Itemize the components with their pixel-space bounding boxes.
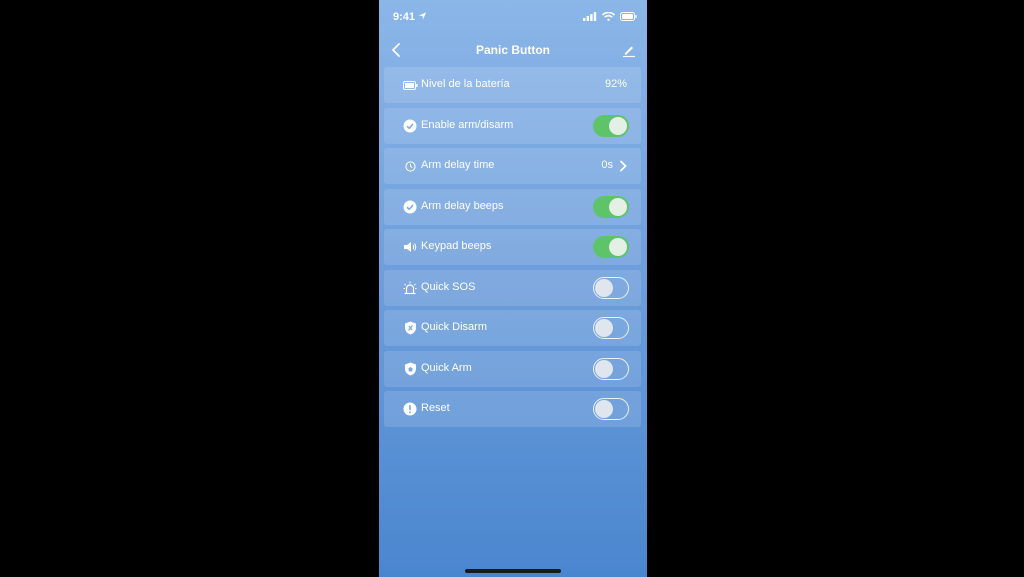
location-arrow-icon — [418, 12, 427, 20]
shield-disarm-icon — [402, 320, 418, 336]
wifi-icon — [602, 12, 615, 21]
quick-disarm-row: Quick Disarm — [384, 310, 641, 346]
edit-button[interactable] — [621, 42, 637, 58]
phone-screen: 9:41 Panic Button Nivel de la batería 92… — [379, 0, 647, 577]
navigation-bar: Panic Button — [379, 38, 647, 62]
battery-level-label: Nivel de la batería — [421, 78, 510, 90]
signal-icon — [583, 12, 597, 21]
keypad-beeps-row: Keypad beeps — [384, 229, 641, 265]
arm-delay-beeps-toggle[interactable] — [593, 195, 629, 218]
speaker-icon — [402, 239, 418, 255]
keypad-beeps-toggle[interactable] — [593, 236, 629, 258]
settings-list: Nivel de la batería 92% Enable arm/disar… — [384, 67, 641, 432]
siren-icon — [402, 280, 418, 296]
arm-delay-time-row[interactable]: Arm delay time 0s — [384, 148, 641, 184]
enable-arm-disarm-toggle[interactable] — [593, 114, 629, 137]
enable-arm-disarm-row: Enable arm/disarm — [384, 107, 641, 144]
battery-status-icon — [620, 12, 637, 21]
alert-circle-icon — [402, 401, 418, 417]
quick-sos-row: Quick SOS — [384, 269, 641, 306]
status-time: 9:41 — [393, 11, 416, 23]
battery-icon — [402, 77, 418, 93]
reset-row: Reset — [384, 391, 641, 427]
check-circle-icon — [402, 118, 418, 134]
page-title: Panic Button — [476, 43, 550, 57]
quick-arm-toggle[interactable] — [593, 357, 629, 380]
arm-delay-beeps-label: Arm delay beeps — [421, 199, 504, 212]
quick-disarm-label: Quick Disarm — [421, 321, 488, 333]
status-icons — [583, 12, 637, 21]
quick-disarm-toggle[interactable] — [593, 317, 629, 339]
battery-level-row: Nivel de la batería 92% — [384, 67, 641, 103]
shield-home-icon — [402, 361, 418, 377]
quick-sos-toggle[interactable] — [593, 276, 629, 299]
keypad-beeps-label: Keypad beeps — [421, 240, 492, 252]
quick-arm-label: Quick Arm — [421, 361, 472, 374]
chevron-right-icon — [620, 160, 627, 172]
battery-level-value: 92% — [604, 78, 627, 90]
status-bar: 9:41 — [379, 0, 647, 34]
arm-delay-time-value: 0s — [601, 159, 613, 171]
quick-arm-row: Quick Arm — [384, 350, 641, 387]
clock-icon — [402, 158, 418, 174]
enable-arm-disarm-label: Enable arm/disarm — [421, 118, 514, 131]
reset-toggle[interactable] — [593, 398, 629, 420]
check-circle-icon — [402, 199, 418, 215]
home-indicator[interactable] — [465, 569, 561, 573]
arm-delay-beeps-row: Arm delay beeps — [384, 188, 641, 225]
quick-sos-label: Quick SOS — [421, 280, 476, 293]
reset-label: Reset — [421, 402, 450, 414]
arm-delay-time-label: Arm delay time — [421, 159, 495, 171]
